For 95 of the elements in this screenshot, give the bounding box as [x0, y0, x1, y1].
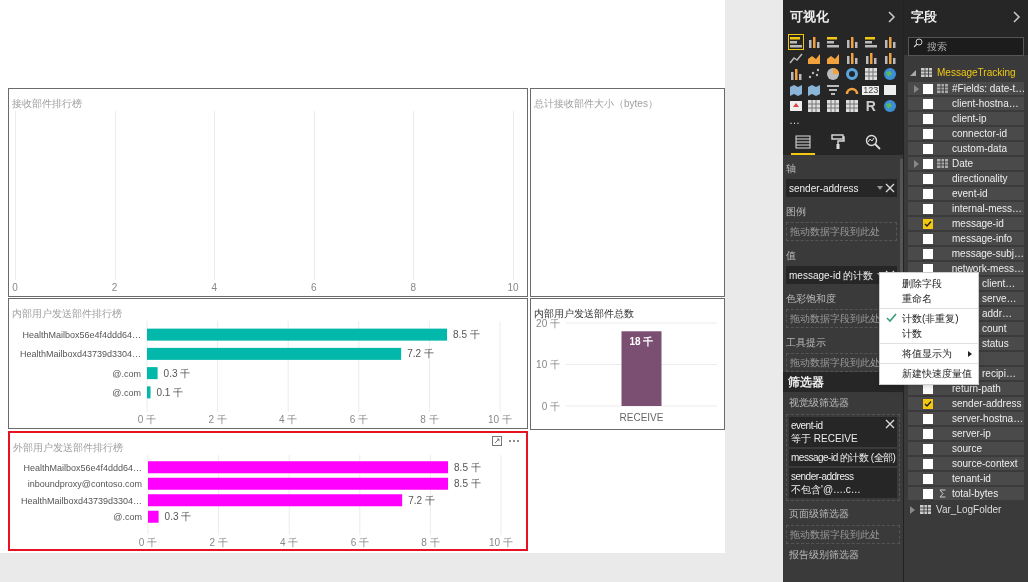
field-name: #Fields: date-t… — [952, 82, 1026, 96]
category-label: @.com — [113, 512, 142, 523]
section-title: 筛选器 — [788, 374, 824, 391]
data-label: 8.5 千 — [454, 478, 481, 490]
pane-title: 可视化 — [790, 7, 829, 26]
field-name: serve… — [982, 292, 1017, 306]
filter-section-label: 页面级筛选器 — [788, 507, 850, 521]
field-name: message-subj… — [951, 247, 1024, 261]
axis-tick-label: 10 千 — [488, 414, 512, 425]
data-label: 18 千 — [629, 336, 654, 348]
field-name: event-id — [952, 187, 988, 201]
axis-tick-label: 6 千 — [350, 537, 369, 548]
menu-label: 重命名 — [902, 292, 932, 306]
field-name: tenant-id — [952, 472, 991, 486]
field-name: message-id 的计数 — [789, 268, 874, 283]
field-name: addr… — [982, 307, 1012, 321]
filter-condition: 不包含'@….c… — [791, 483, 861, 496]
menu-label: 计数(非重复) — [902, 312, 959, 326]
field-name: sender-address — [952, 397, 1022, 411]
field-name: count — [982, 322, 1007, 336]
menu-label: 计数 — [902, 327, 922, 341]
category-label: HealthMailboxd43739d3304… — [19, 349, 141, 360]
field-name: internal-mess… — [952, 202, 1023, 216]
data-label: 0.3 千 — [163, 367, 191, 379]
axis-tick-label: 10 千 — [536, 359, 560, 370]
axis-tick-label: 6 千 — [349, 414, 368, 425]
menu-label: 删除字段 — [902, 277, 942, 291]
field-name: message-info — [952, 232, 1013, 246]
filter-section-label: 报告级别筛选器 — [788, 548, 860, 562]
category-label: HealthMailbox56e4f4ddd64… — [23, 462, 142, 473]
data-label: 0.1 千 — [156, 386, 184, 398]
well-label: 色彩饱和度 — [786, 292, 837, 306]
category-label: HealthMailboxd43739d3304… — [20, 495, 142, 506]
axis-tick-label: 0 千 — [138, 537, 158, 548]
field-name: custom-data — [952, 142, 1008, 156]
field-name: return-path — [952, 382, 1001, 396]
field-name: server-hostna… — [952, 412, 1024, 426]
menu-label: 将值显示为 — [902, 347, 952, 361]
field-name: server-ip — [952, 427, 991, 441]
category-label: @.com — [112, 368, 141, 379]
visual-title: 外部用户发送部件排行榜 — [13, 442, 123, 453]
axis-tick-label: 2 千 — [209, 537, 228, 548]
axis-tick-label: 6 — [311, 282, 317, 294]
field-name: message-id — [952, 217, 1004, 231]
field-name: status — [982, 337, 1009, 351]
field-name: source-context — [952, 457, 1018, 471]
data-label: 8.5 千 — [453, 329, 480, 341]
data-label: 7.2 千 — [407, 348, 434, 360]
axis-tick-label: 8 千 — [420, 414, 439, 425]
data-label: 7.2 千 — [408, 494, 435, 506]
axis-tick-label: 0 千 — [137, 414, 157, 425]
axis-tick-label: 8 千 — [421, 537, 440, 548]
filter-field: event-id — [791, 419, 858, 432]
field-name: client-hostna… — [952, 97, 1019, 111]
axis-tick-label: 2 千 — [208, 414, 227, 425]
axis-tick-label: 2 — [111, 282, 118, 294]
filter-field: sender-address — [791, 470, 861, 483]
field-name: client-ip — [952, 112, 987, 126]
pane-title: 字段 — [911, 7, 937, 26]
axis-tick-label: 8 — [410, 282, 417, 294]
category-label: RECEIVE — [619, 412, 664, 423]
axis-tick-label: 4 千 — [280, 537, 299, 548]
filter-condition: 等于 RECEIVE — [791, 432, 858, 445]
field-name: sender-address — [789, 181, 859, 196]
field-name: network-mess… — [951, 262, 1024, 276]
visual-title: 内部用户发送部件总数 — [534, 308, 634, 319]
visual-title: 接收部件排行榜 — [12, 98, 82, 109]
visual-title: 总计接收部件大小（bytes） — [534, 98, 658, 109]
axis-tick-label: 10 千 — [489, 537, 513, 548]
field-name: total-bytes — [952, 487, 999, 501]
field-name: source — [952, 442, 982, 456]
well-label: 轴 — [786, 162, 797, 176]
filter-section-label: 视觉级筛选器 — [788, 396, 850, 410]
field-name: Date — [952, 157, 974, 171]
axis-tick-label: 4 — [211, 282, 217, 294]
axis-tick-label: 0 — [12, 282, 18, 294]
well-label: 工具提示 — [786, 336, 827, 350]
axis-tick-label: 4 千 — [279, 414, 298, 425]
well-label: 图例 — [786, 205, 807, 219]
data-label: 8.5 千 — [454, 461, 481, 473]
field-name: directionality — [952, 172, 1008, 186]
field-name: connector-id — [952, 127, 1008, 141]
field-name: recipi… — [982, 367, 1016, 381]
data-label: 0.3 千 — [164, 511, 192, 523]
axis-tick-label: 10 — [507, 282, 519, 294]
axis-tick-label: 20 千 — [536, 317, 560, 329]
visual-title: 内部用户发送部件排行榜 — [12, 308, 122, 319]
field-name: client… — [982, 277, 1016, 291]
category-label: inboundproxy@contoso.com — [27, 479, 142, 490]
category-label: @.com — [112, 387, 141, 398]
table-name: Var_LogFolder — [936, 503, 1002, 517]
axis-tick-label: 0 千 — [541, 400, 560, 412]
table-name: MessageTracking — [937, 66, 1016, 80]
category-label: HealthMailbox56e4f4ddd64… — [22, 330, 141, 341]
well-label: 值 — [786, 249, 797, 263]
